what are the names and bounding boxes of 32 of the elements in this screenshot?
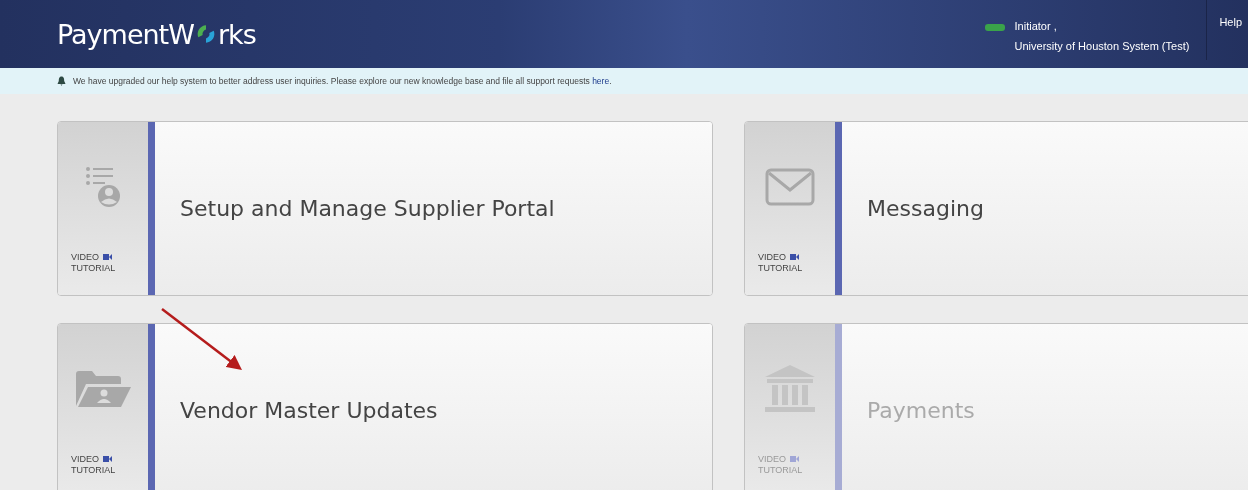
video-label: VIDEO xyxy=(71,252,99,262)
video-camera-icon xyxy=(790,254,799,260)
bell-icon xyxy=(57,76,66,86)
video-camera-icon xyxy=(103,456,112,462)
logo-text: rks xyxy=(217,18,256,50)
folder-person-icon xyxy=(74,370,132,408)
tutorial-label: TUTORIAL xyxy=(758,263,803,273)
video-camera-icon xyxy=(103,254,112,260)
envelope-icon xyxy=(765,168,815,206)
module-card[interactable]: VIDEO TUTORIAL Messaging xyxy=(744,121,1248,296)
tutorial-label: TUTORIAL xyxy=(71,263,116,273)
tutorial-label: TUTORIAL xyxy=(71,465,116,475)
video-label: VIDEO xyxy=(71,454,99,464)
organization-name: University of Houston System (Test) xyxy=(1014,40,1190,52)
help-link[interactable]: Help xyxy=(1219,16,1242,28)
card-title: Setup and Manage Supplier Portal xyxy=(180,196,555,221)
list-person-icon xyxy=(85,166,121,208)
status-icon xyxy=(984,24,1005,31)
logo-text: PaymentW xyxy=(57,18,194,50)
card-title: Payments xyxy=(867,398,975,423)
module-card[interactable]: VIDEO TUTORIAL Vendor Master Updates xyxy=(57,323,713,490)
video-label: VIDEO xyxy=(758,252,786,262)
video-label: VIDEO xyxy=(758,454,786,464)
tutorial-label: TUTORIAL xyxy=(758,465,803,475)
bank-icon xyxy=(763,364,817,414)
notice-text: We have upgraded our help system to better address user inquiries. Please explore our new knowledge base and file all support requests here. xyxy=(73,76,612,86)
card-title: Messaging xyxy=(867,196,984,221)
card-title: Vendor Master Updates xyxy=(180,398,438,423)
user-role: Initiator , xyxy=(1014,20,1058,32)
module-card[interactable]: VIDEO TUTORIAL Setup and Manage Supplier Portal xyxy=(57,121,713,296)
video-camera-icon xyxy=(790,456,799,462)
logo[interactable]: PaymentW rks xyxy=(57,18,256,50)
